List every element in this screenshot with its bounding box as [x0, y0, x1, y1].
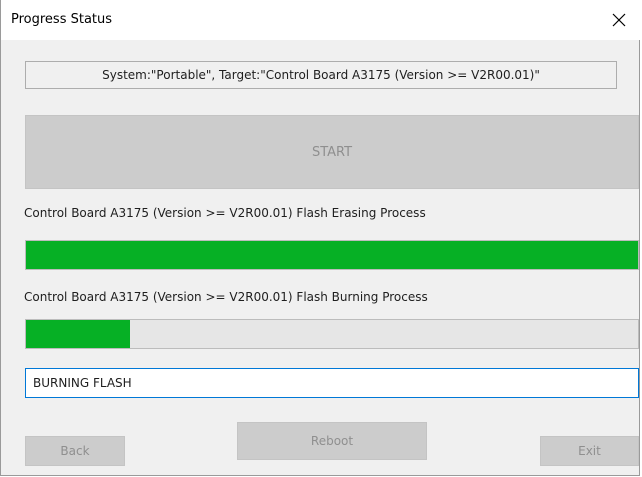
erase-process-label: Control Board A3175 (Version >= V2R00.01… — [24, 206, 426, 220]
erase-progress-bar — [25, 240, 639, 270]
window-title: Progress Status — [11, 12, 113, 27]
start-button[interactable]: START — [25, 115, 639, 189]
exit-button-label: Exit — [578, 444, 601, 458]
target-info-text: System:"Portable", Target:"Control Board… — [102, 68, 540, 82]
reboot-button-label: Reboot — [310, 434, 354, 448]
burn-progress-fill — [26, 320, 131, 348]
close-icon — [612, 13, 626, 27]
progress-status-window: Progress Status System:"Portable", Targe… — [0, 0, 641, 476]
exit-button[interactable]: Exit — [540, 436, 639, 466]
back-button[interactable]: Back — [25, 436, 125, 466]
burn-process-label: Control Board A3175 (Version >= V2R00.01… — [24, 290, 428, 304]
status-field[interactable] — [25, 368, 639, 398]
reboot-button[interactable]: Reboot — [237, 422, 427, 460]
target-info-box: System:"Portable", Target:"Control Board… — [25, 61, 617, 89]
burn-progress-bar — [25, 319, 639, 349]
close-button[interactable] — [597, 0, 641, 40]
start-button-label: START — [311, 144, 353, 160]
erase-progress-fill — [26, 241, 638, 269]
back-button-label: Back — [60, 444, 90, 458]
title-bar[interactable]: Progress Status — [1, 0, 641, 40]
